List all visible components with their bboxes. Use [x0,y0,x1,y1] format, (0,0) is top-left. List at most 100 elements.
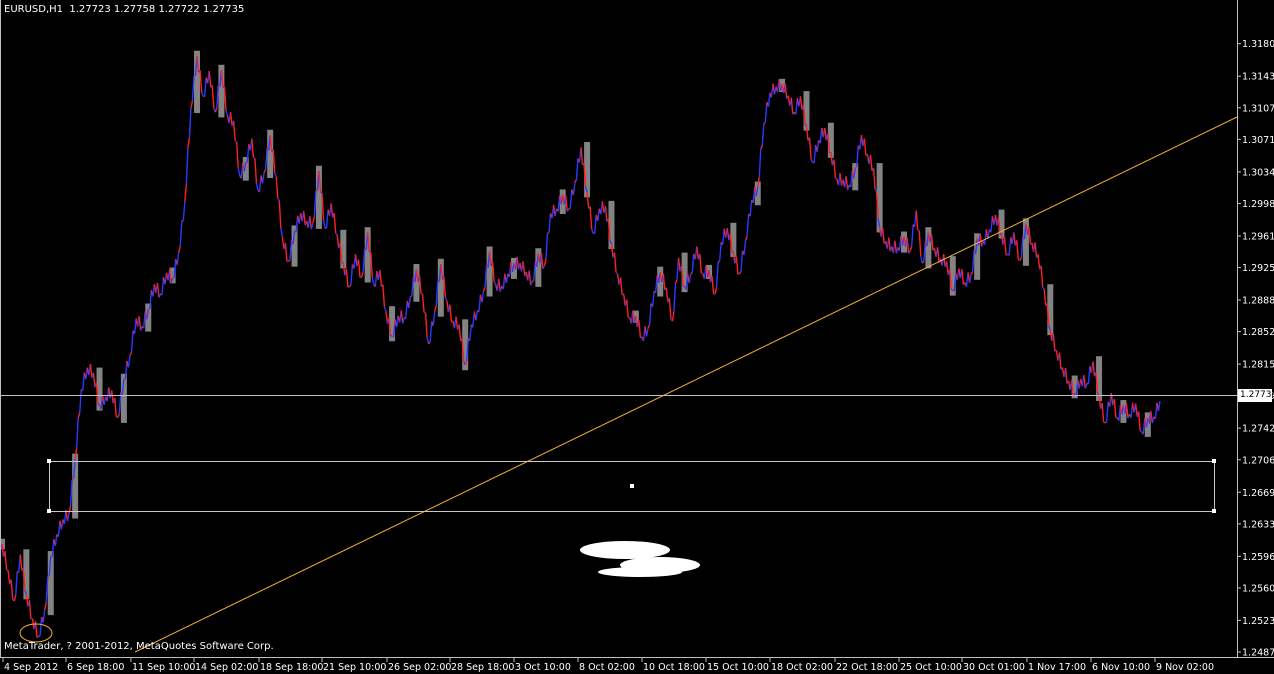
price-segment [749,199,753,217]
price-segment [235,141,239,168]
price-segment [214,107,218,113]
price-segment [1087,366,1091,385]
price-segment [19,554,23,571]
rectangle-handle[interactable] [47,509,51,513]
price-segment [161,277,165,295]
price-segment [574,179,578,183]
price-segment [1008,237,1012,256]
price-segment [200,92,204,97]
price-segment [13,595,17,602]
price-segment [594,214,597,234]
price-segment [737,273,740,275]
price-segment [484,265,488,288]
x-tick-label: 18 Oct 02:00 [771,662,833,673]
price-segment [1005,253,1008,256]
rectangle-handle[interactable] [47,459,51,463]
price-segment [275,177,279,199]
price-segment [1028,227,1032,245]
price-segment [735,256,739,275]
price-segment [187,137,191,149]
price-segment [648,303,652,326]
price-segment [178,245,181,253]
price-segment [225,110,229,116]
price-segment [1040,265,1044,287]
price-segment [746,213,750,237]
price-segment [1003,237,1007,256]
price-segment [764,102,768,123]
price-segment [665,287,669,303]
price-segment [455,316,459,330]
price-segment [1013,232,1016,246]
y-tick-label: 1.25960 [1242,552,1274,563]
price-segment [936,247,940,263]
price-segment [682,285,686,288]
y-tick-label: 1.29980 [1242,199,1274,210]
price-segment [315,189,318,192]
y-tick-label: 1.25600 [1242,583,1274,594]
price-segment [1137,411,1141,431]
price-segment [1084,383,1088,389]
price-segment [569,189,573,209]
x-tick-label: 1 Nov 17:00 [1028,662,1086,673]
price-segment [572,182,576,196]
price-segment [645,327,649,337]
price-segment [66,513,70,522]
price-segment [923,241,927,262]
price-segment [223,86,227,111]
price-segment [671,311,675,322]
price-segment [1134,403,1138,417]
rectangle-handle[interactable] [1212,509,1216,513]
price-segment [383,307,387,312]
price-segment [597,208,600,222]
price-segment [429,321,433,342]
rectangle-center-handle[interactable] [630,484,634,488]
price-segment [15,571,18,596]
x-axis-labels: 4 Sep 2012 6 Sep 18:00 11 Sep 10:00 14 Sep … [2,658,1214,673]
x-tick-label: 21 Sep 10:00 [323,662,386,673]
price-segment [493,281,497,285]
price-segment [176,252,180,266]
price-segment [920,255,923,264]
price-segment [232,120,236,141]
price-segment [872,168,876,190]
price-chart[interactable]: 1.31800 1.31430 1.31070 1.30710 1.30340 1.299… [0,0,1274,674]
price-segment [368,250,372,253]
price-segment [341,261,344,264]
price-segment [280,227,284,237]
price-segment [1052,333,1056,352]
price-segment [138,316,142,331]
x-tick-label: 4 Sep 2012 [4,662,58,673]
price-segment [930,234,934,251]
price-segment [336,234,340,249]
price-segment [545,233,549,259]
price-segment [330,203,334,218]
rectangle-object[interactable] [47,459,1216,513]
price-segment [711,275,715,295]
x-tick-label: 18 Sep 18:00 [260,662,323,673]
y-tick-label: 1.28520 [1242,327,1274,338]
price-segment [715,261,719,288]
price-segment [432,311,436,326]
price-segment [740,250,744,272]
y-tick-label: 1.25230 [1242,616,1274,627]
price-segment [478,294,482,312]
price-segment [738,271,742,275]
price-segment [863,138,867,156]
price-segment [528,270,532,286]
rectangle-handle[interactable] [1212,459,1216,463]
price-segment [424,312,428,338]
price-segment [869,155,873,172]
price-segment [565,195,568,212]
y-tick-label: 1.27060 [1242,455,1274,466]
price-segment [469,324,472,341]
price-segment [942,253,946,267]
price-segment [410,295,413,298]
price-segment [47,575,50,578]
price-segment [199,70,203,93]
price-segment [251,138,255,158]
price-segment [482,287,486,292]
candle-wicks [0,55,1161,639]
price-segment [190,100,194,108]
price-segment [950,288,954,291]
price-segment [968,274,972,283]
